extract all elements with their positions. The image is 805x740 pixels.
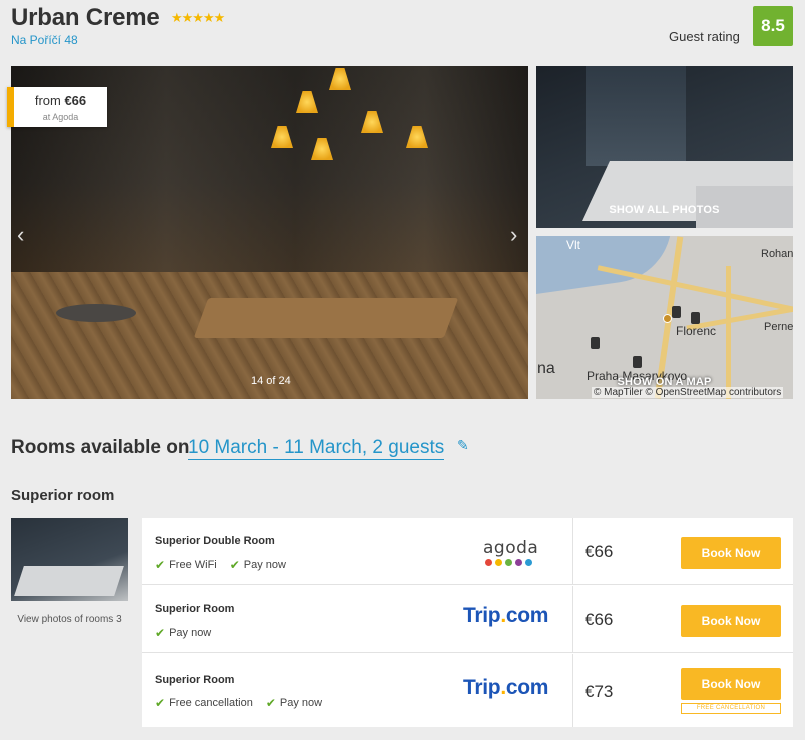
feature-label: Free cancellation xyxy=(169,697,253,709)
trip-logo-text: com xyxy=(505,676,549,699)
price-prefix: from xyxy=(34,93,61,108)
offer-features: ✔ Free cancellation ✔ Pay now xyxy=(155,696,322,710)
offer-row: Superior Room ✔ Free cancellation ✔ Pay no… xyxy=(142,654,793,727)
column-divider xyxy=(572,586,573,652)
agoda-dot xyxy=(485,559,492,566)
offer-name: Superior Room xyxy=(155,674,235,686)
book-now-button[interactable]: Book Now xyxy=(681,668,781,700)
offer-row: Superior Room ✔ Pay now Trip.com €66 Book… xyxy=(142,586,793,653)
feature-label: Pay now xyxy=(243,559,286,571)
offer-price: €66 xyxy=(585,542,614,561)
photo-table-decoration xyxy=(56,304,136,322)
agoda-dot xyxy=(525,559,532,566)
feature-label: Pay now xyxy=(169,627,212,639)
agoda-dot xyxy=(505,559,512,566)
offer-features: ✔ Pay now xyxy=(155,626,211,640)
star-rating-icon: ★★★★★ xyxy=(171,10,225,25)
hotel-location-pin-icon xyxy=(663,314,672,323)
offer-features: ✔ Free WiFi ✔ Pay now xyxy=(155,558,286,572)
column-divider xyxy=(572,654,573,727)
guest-rating-label: Guest rating xyxy=(669,29,740,44)
map-label-rohan: Rohan xyxy=(761,248,793,260)
feature-item: ✔ Free cancellation xyxy=(155,696,253,710)
offer-row: Superior Double Room ✔ Free WiFi ✔ Pay now… xyxy=(142,518,793,585)
map-copyright: © MapTiler © OpenStreetMap contributors xyxy=(592,387,784,398)
agoda-dot xyxy=(495,559,502,566)
agoda-logo-dots xyxy=(485,559,532,566)
offers-list: Superior Double Room ✔ Free WiFi ✔ Pay now… xyxy=(142,518,793,727)
free-cancellation-badge: FREE CANCELLATION xyxy=(681,703,781,714)
room-thumbnail[interactable] xyxy=(11,518,128,601)
hotel-address-link[interactable]: Na Poříčí 48 xyxy=(11,33,78,47)
gallery-next-arrow-icon[interactable]: › xyxy=(510,222,517,248)
agoda-logo: agoda xyxy=(483,538,539,558)
check-icon: ✔ xyxy=(265,696,276,710)
price-source: at Agoda xyxy=(42,112,79,122)
check-icon: ✔ xyxy=(155,626,166,640)
price-badge: from €66 at Agoda xyxy=(7,87,107,127)
agoda-dot xyxy=(515,559,522,566)
offer-name: Superior Double Room xyxy=(155,535,275,547)
offer-name: Superior Room xyxy=(155,603,235,615)
trip-com-logo: Trip.com xyxy=(463,604,548,628)
train-icon xyxy=(633,356,642,368)
book-now-button[interactable]: Book Now xyxy=(681,605,781,637)
check-icon: ✔ xyxy=(155,696,166,710)
map-road xyxy=(597,265,793,312)
check-icon: ✔ xyxy=(155,558,166,572)
gallery-counter: 14 of 24 xyxy=(251,375,291,387)
feature-item: ✔ Pay now xyxy=(155,626,211,640)
train-icon xyxy=(591,337,600,349)
rooms-heading: Rooms available on xyxy=(11,437,190,458)
trip-logo-text: Trip xyxy=(463,676,501,699)
gallery-prev-arrow-icon[interactable]: ‹ xyxy=(17,222,24,248)
feature-label: Free WiFi xyxy=(169,559,217,571)
guest-rating-badge: 8.5 xyxy=(753,6,793,46)
feature-item: ✔ Pay now xyxy=(266,696,322,710)
map-tile[interactable]: na Vlt Rohan Perne Florenc Praha Masaryk… xyxy=(536,236,793,399)
pencil-icon[interactable]: ✎ xyxy=(457,437,469,454)
feature-item: ✔ Pay now xyxy=(230,558,286,572)
show-all-photos-label[interactable]: SHOW ALL PHOTOS xyxy=(536,204,793,216)
feature-item: ✔ Free WiFi xyxy=(155,558,217,572)
trip-com-logo: Trip.com xyxy=(463,676,548,700)
offer-price: €66 xyxy=(585,610,614,629)
check-icon: ✔ xyxy=(229,558,240,572)
hotel-name: Urban Creme xyxy=(11,4,160,31)
room-type-title: Superior room xyxy=(11,487,115,504)
column-divider xyxy=(572,518,573,584)
offer-price: €73 xyxy=(585,682,614,701)
map-label-vlt: Vlt xyxy=(566,238,581,252)
feature-label: Pay now xyxy=(279,697,323,709)
photo-bed-decoration xyxy=(14,566,124,596)
photo-window-decoration xyxy=(586,66,686,166)
dates-guests-link[interactable]: 10 March - 11 March, 2 guests xyxy=(188,437,445,460)
view-room-photos-link[interactable]: View photos of rooms 3 xyxy=(11,612,128,627)
map-label-perne: Perne xyxy=(764,321,793,333)
trip-logo-text: Trip xyxy=(463,604,501,627)
photo-table-decoration xyxy=(193,298,459,338)
trip-logo-text: com xyxy=(505,604,549,627)
book-now-button[interactable]: Book Now xyxy=(681,537,781,569)
price-value: €66 xyxy=(64,93,87,108)
map-label-florenc: Florenc xyxy=(676,324,717,338)
train-icon xyxy=(691,312,700,324)
train-icon xyxy=(672,306,681,318)
